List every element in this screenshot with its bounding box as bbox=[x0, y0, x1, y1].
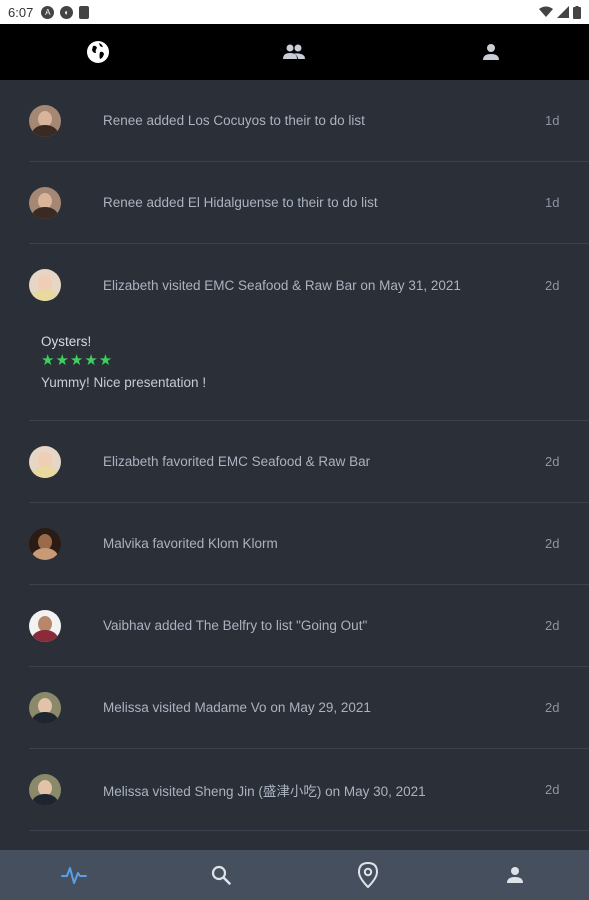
feed-item-text: Malvika favorited Klom Klorm bbox=[103, 536, 278, 551]
sd-card-icon bbox=[79, 5, 90, 19]
avatar[interactable] bbox=[29, 773, 61, 806]
search-icon bbox=[211, 865, 231, 885]
feed-item[interactable]: Renee added Los Cocuyos to their to do l… bbox=[0, 80, 589, 162]
status-bar: 6:07 A ◐ bbox=[0, 0, 589, 24]
feed-item[interactable]: Melissa visited Sheng Jin (盛津小吃) on May … bbox=[0, 749, 589, 831]
feed-item-time: 2d bbox=[545, 454, 560, 469]
tab-friends[interactable] bbox=[196, 24, 392, 80]
feed-item-text: Renee added Los Cocuyos to their to do l… bbox=[103, 113, 365, 128]
signal-icon bbox=[557, 6, 569, 18]
feed-item-time: 1d bbox=[545, 195, 560, 210]
feed-item-time: 2d bbox=[545, 618, 560, 633]
review-title: Oysters! bbox=[41, 334, 92, 349]
feed-item-text: Melissa visited Madame Vo on May 29, 202… bbox=[103, 700, 371, 715]
group-icon bbox=[283, 44, 306, 59]
battery-icon bbox=[573, 5, 581, 19]
tab-me[interactable] bbox=[393, 24, 589, 80]
avatar[interactable] bbox=[29, 445, 61, 478]
avatar[interactable] bbox=[29, 104, 61, 137]
feed-item[interactable]: Vaibhav added The Belfry to list "Going … bbox=[0, 585, 589, 667]
feed-item-text: Elizabeth visited EMC Seafood & Raw Bar … bbox=[103, 277, 461, 293]
globe-icon bbox=[87, 41, 110, 63]
nav-profile[interactable] bbox=[442, 850, 589, 900]
nav-search[interactable] bbox=[147, 850, 294, 900]
avatar[interactable] bbox=[29, 527, 61, 560]
person-icon bbox=[482, 44, 499, 60]
avatar[interactable] bbox=[29, 609, 61, 642]
review-body: Yummy! Nice presentation ! bbox=[41, 375, 207, 390]
status-app-icon-2: ◐ bbox=[60, 5, 74, 19]
person-icon bbox=[507, 867, 524, 883]
review-stars: ★★★★★ bbox=[41, 352, 114, 369]
feed-item-text: Melissa visited Sheng Jin (盛津小吃) on May … bbox=[103, 783, 426, 799]
map-pin-icon bbox=[358, 862, 379, 888]
avatar[interactable] bbox=[29, 691, 61, 724]
nav-activity[interactable] bbox=[0, 850, 147, 900]
feed-item[interactable]: Elizabeth visited EMC Seafood & Raw Bar … bbox=[29, 244, 589, 421]
bottom-nav-bar bbox=[0, 850, 589, 900]
activity-icon bbox=[60, 867, 87, 884]
wifi-icon bbox=[539, 6, 553, 17]
feed-item[interactable]: Elizabeth favorited EMC Seafood & Raw Ba… bbox=[0, 421, 589, 503]
avatar[interactable] bbox=[29, 186, 61, 219]
feed-item[interactable]: Renee added El Hidalguense to their to d… bbox=[0, 162, 589, 244]
feed-item-text: Elizabeth favorited EMC Seafood & Raw Ba… bbox=[103, 454, 371, 469]
feed-item[interactable]: Melissa visited Madame Vo on May 29, 202… bbox=[0, 667, 589, 749]
feed-item-time: 2d bbox=[545, 700, 560, 715]
review-card: Oysters! ★★★★★ Yummy! Nice presentation … bbox=[29, 326, 589, 420]
avatar[interactable] bbox=[29, 269, 61, 301]
feed-item-time: 2d bbox=[545, 536, 560, 551]
tab-global[interactable] bbox=[0, 24, 196, 80]
activity-feed: Renee added Los Cocuyos to their to do l… bbox=[0, 80, 589, 850]
status-app-icon-1: A bbox=[41, 5, 55, 19]
nav-map[interactable] bbox=[295, 850, 442, 900]
feed-item-time: 2d bbox=[545, 277, 560, 293]
top-tab-bar bbox=[0, 24, 589, 80]
feed-item-text: Renee added El Hidalguense to their to d… bbox=[103, 195, 378, 210]
feed-item[interactable]: Malvika favorited Klom Klorm 2d bbox=[0, 503, 589, 585]
feed-item-time: 1d bbox=[545, 113, 560, 128]
status-time: 6:07 bbox=[8, 4, 34, 20]
status-notification-icons: A ◐ bbox=[41, 5, 90, 19]
feed-item-time: 2d bbox=[545, 782, 560, 797]
feed-item-text: Vaibhav added The Belfry to list "Going … bbox=[103, 618, 368, 633]
